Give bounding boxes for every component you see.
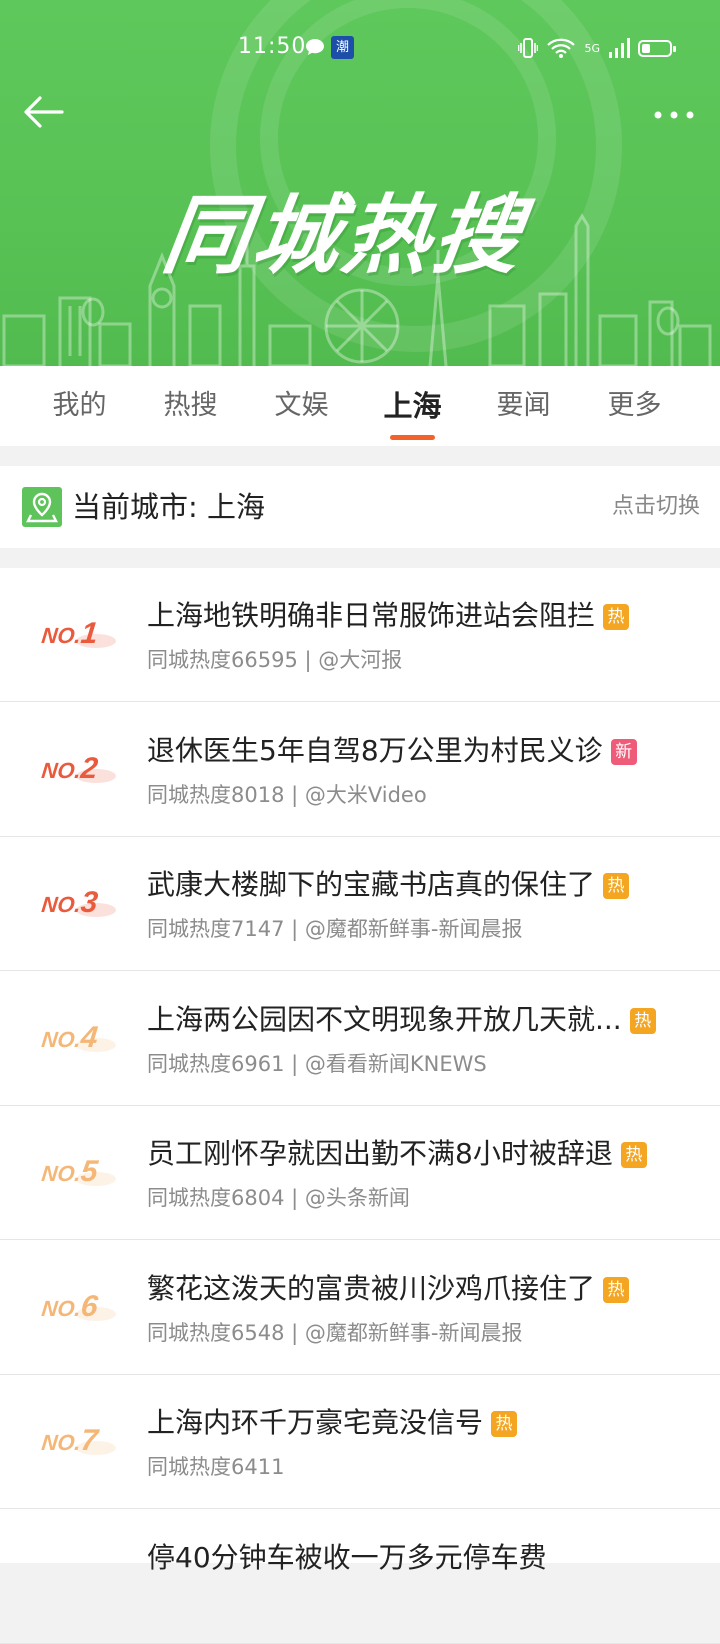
tab-news[interactable]: 要闻 [468, 366, 579, 446]
current-city-label: 当前城市: 上海 [72, 490, 265, 524]
svg-text:NO.1: NO.1 [40, 617, 99, 650]
item-title: 退休医生5年自驾8万公里为村民义诊新 [147, 729, 637, 769]
rank-badge: NO.2 [40, 748, 124, 788]
item-title-text: 上海内环千万豪宅竟没信号 [147, 1406, 484, 1439]
wifi-icon [547, 38, 576, 58]
list-item[interactable]: NO.6 繁花这泼天的富贵被川沙鸡爪接住了热同城热度6548 | @魔都新鲜事-新… [0, 1241, 720, 1375]
status-time: 11:50 [238, 34, 307, 59]
location-pin-icon [22, 487, 62, 527]
tab-label: 热搜 [163, 390, 218, 421]
rank-badge: NO.1 [40, 613, 124, 653]
hot-badge: 热 [620, 1142, 647, 1168]
back-button[interactable] [22, 92, 70, 136]
network-label: 5G [584, 41, 600, 55]
list-item[interactable]: NO.5 员工刚怀孕就因出勤不满8小时被辞退热同城热度6804 | @头条新闻 [0, 1106, 720, 1240]
item-title-text: 上海两公园因不文明现象开放几天就... [147, 1002, 622, 1036]
item-title-text: 退休医生5年自驾8万公里为村民义诊 [147, 733, 603, 767]
vibrate-icon [518, 38, 539, 58]
rank-prefix: NO. [40, 1027, 82, 1052]
item-meta: 同城热度66595 | @大河报 [147, 648, 403, 672]
rank-badge: NO.7 [40, 1420, 124, 1460]
item-meta: 同城热度6411 [147, 1455, 285, 1479]
item-title-text: 繁花这泼天的富贵被川沙鸡爪接住了 [147, 1271, 596, 1305]
rank-badge: NO.4 [40, 1017, 124, 1057]
tab-more[interactable]: 更多 [579, 366, 690, 446]
list-item[interactable]: NO.3 武康大楼脚下的宝藏书店真的保住了热同城热度7147 | @魔都新鲜事-新… [0, 837, 720, 971]
status-bar: 11:50 潮 5G [0, 28, 720, 68]
item-title: 繁花这泼天的富贵被川沙鸡爪接住了热 [147, 1267, 630, 1307]
tab-shanghai[interactable]: 上海 [357, 366, 468, 446]
city-skyline-illustration [2, 213, 712, 366]
item-title: 上海内环千万豪宅竟没信号热 [147, 1401, 518, 1441]
hot-badge: 热 [629, 1007, 656, 1034]
tab-label: 更多 [607, 390, 662, 421]
tab-hot-search[interactable]: 热搜 [135, 366, 246, 446]
item-title: 武康大楼脚下的宝藏书店真的保住了热 [147, 863, 630, 903]
current-city-bar: 当前城市: 上海 点击切换 [0, 466, 720, 548]
hot-badge: 热 [491, 1411, 518, 1437]
tab-mine[interactable]: 我的 [24, 366, 135, 446]
tab-label: 我的 [52, 390, 107, 421]
news-app-icon: 潮 [331, 36, 354, 59]
item-title: 上海地铁明确非日常服饰进站会阻拦热 [147, 594, 630, 634]
tab-label: 文娱 [274, 390, 329, 421]
rank-badge: NO.6 [40, 1286, 124, 1326]
rank-prefix: NO. [40, 623, 82, 648]
tab-label: 上海 [383, 389, 442, 423]
arrow-left-icon [24, 96, 64, 128]
more-dots-icon [654, 111, 694, 119]
item-title: 停40分钟车被收一万多元停车费 [147, 1536, 547, 1576]
active-tab-indicator [390, 435, 435, 440]
list-item[interactable]: NO.2 退休医生5年自驾8万公里为村民义诊新同城热度8018 | @大米Vide… [0, 703, 720, 837]
rank-badge: NO.3 [40, 882, 124, 922]
new-badge: 新 [610, 738, 637, 765]
hot-badge: 热 [603, 873, 630, 899]
hot-badge: 热 [603, 1276, 630, 1303]
more-options-button[interactable] [652, 100, 700, 130]
item-title: 员工刚怀孕就因出勤不满8小时被辞退热 [147, 1132, 647, 1172]
list-item[interactable]: NO.7 上海内环千万豪宅竟没信号热同城热度6411 [0, 1375, 720, 1509]
svg-text:NO.7: NO.7 [40, 1424, 101, 1457]
svg-text:NO.4: NO.4 [40, 1021, 100, 1054]
svg-text:NO.5: NO.5 [40, 1155, 101, 1188]
item-title-text: 武康大楼脚下的宝藏书店真的保住了 [147, 868, 596, 901]
category-tabs: 我的 热搜 文娱 上海 要闻 更多 [0, 366, 720, 446]
rank-number: 2 [78, 752, 99, 785]
item-meta: 同城热度7147 | @魔都新鲜事-新闻晨报 [147, 917, 523, 941]
item-meta: 同城热度6804 | @头条新闻 [147, 1186, 410, 1210]
list-item[interactable]: 停40分钟车被收一万多元停车费 [0, 1510, 720, 1644]
rank-prefix: NO. [40, 1161, 82, 1186]
status-icons: 5G [518, 36, 676, 60]
message-icon [306, 39, 324, 55]
tab-entertainment[interactable]: 文娱 [246, 366, 357, 446]
list-item[interactable]: NO.1 上海地铁明确非日常服饰进站会阻拦热同城热度66595 | @大河报 [0, 568, 720, 702]
battery-icon [638, 39, 676, 57]
rank-badge: NO.5 [40, 1151, 124, 1191]
hot-badge: 热 [603, 604, 630, 630]
item-meta: 同城热度6548 | @魔都新鲜事-新闻晨报 [147, 1320, 523, 1345]
item-title-text: 停40分钟车被收一万多元停车费 [147, 1540, 547, 1574]
item-title: 上海两公园因不文明现象开放几天就... 热 [147, 998, 656, 1038]
list-item[interactable]: NO.4 上海两公园因不文明现象开放几天就... 热同城热度6961 | @看看新闻… [0, 972, 720, 1106]
svg-text:NO.3: NO.3 [40, 886, 100, 919]
item-title-text: 上海地铁明确非日常服饰进站会阻拦 [147, 599, 596, 632]
hot-search-list: NO.1 上海地铁明确非日常服饰进站会阻拦热同城热度66595 | @大河报 NO.… [0, 568, 720, 1644]
item-title-text: 员工刚怀孕就因出勤不满8小时被辞退 [147, 1137, 613, 1170]
item-meta: 同城热度8018 | @大米Video [147, 782, 427, 807]
rank-prefix: NO. [40, 1430, 82, 1455]
rank-number: 4 [78, 1021, 99, 1054]
signal-icon [609, 38, 630, 58]
rank-prefix: NO. [40, 1296, 82, 1321]
header-banner: 11:50 潮 5G 同城热搜 [0, 0, 720, 366]
rank-prefix: NO. [40, 758, 82, 783]
tab-label: 要闻 [496, 390, 551, 421]
item-meta: 同城热度6961 | @看看新闻KNEWS [147, 1051, 487, 1076]
svg-text:NO.2: NO.2 [40, 752, 100, 785]
divider [0, 1642, 720, 1644]
switch-city-button[interactable]: 点击切换 [612, 466, 700, 548]
svg-text:NO.6: NO.6 [40, 1290, 100, 1323]
rank-prefix: NO. [40, 892, 82, 917]
rank-number: 1 [79, 617, 99, 650]
